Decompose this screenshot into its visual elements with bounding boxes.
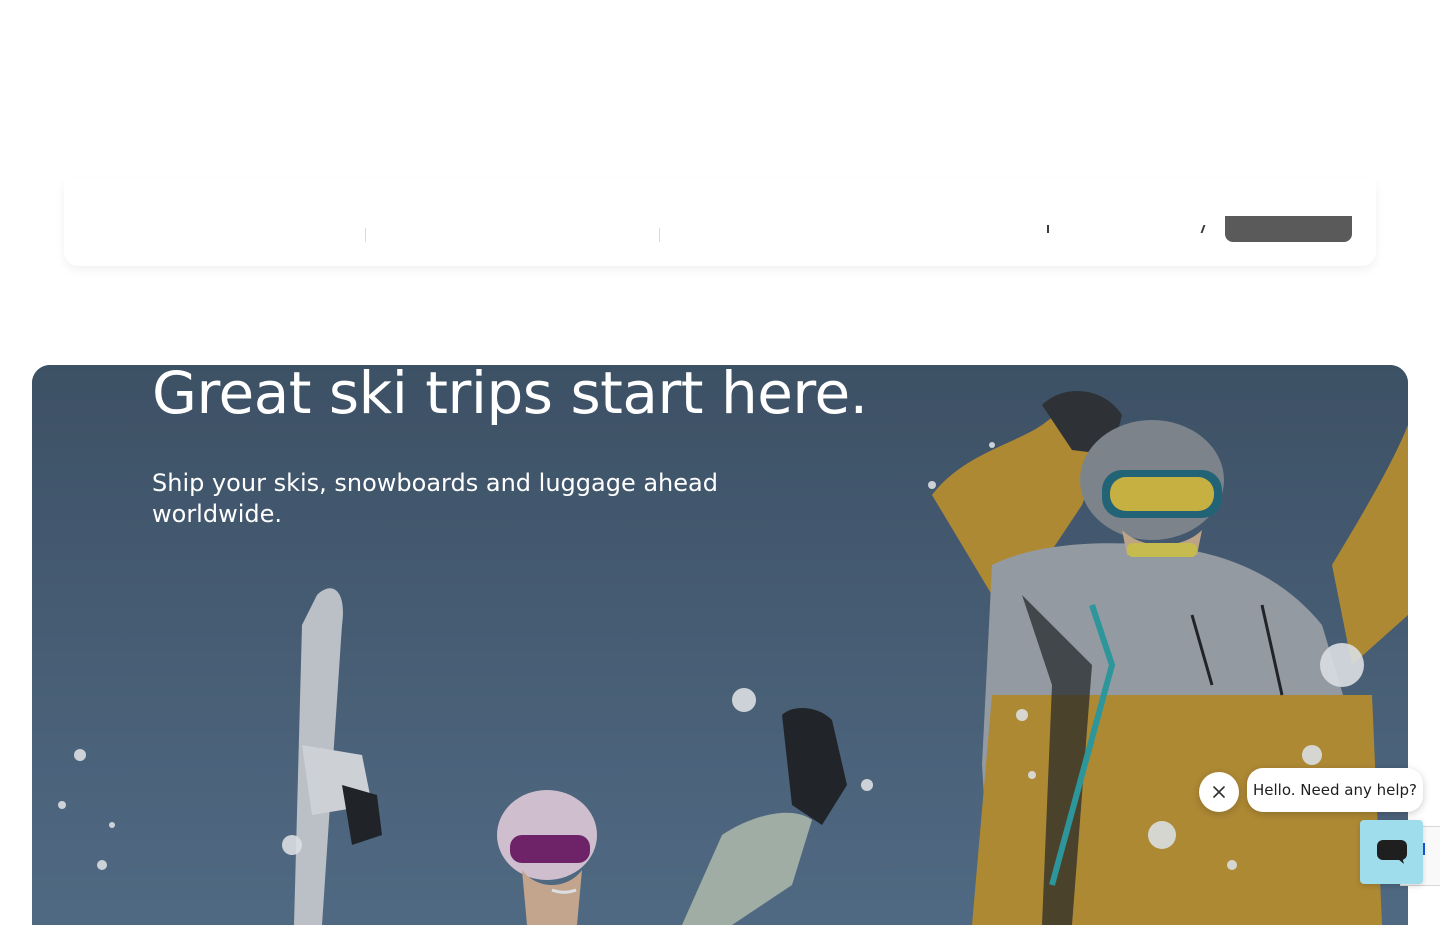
field-text-fragment bbox=[1200, 225, 1206, 233]
get-quote-button[interactable] bbox=[1225, 216, 1352, 242]
field-divider bbox=[659, 228, 660, 242]
hero-background-photo bbox=[32, 365, 1408, 925]
chat-greeting-bubble[interactable]: Hello. Need any help? bbox=[1247, 768, 1423, 812]
chat-launcher-button[interactable] bbox=[1360, 820, 1423, 884]
booking-search-card bbox=[64, 180, 1376, 266]
hero-title: Great ski trips start here. bbox=[152, 365, 868, 427]
chat-greeting-close-button[interactable] bbox=[1199, 772, 1239, 812]
field-divider bbox=[365, 228, 366, 242]
chat-icon bbox=[1376, 840, 1407, 864]
close-icon bbox=[1213, 786, 1225, 798]
hero-banner: Great ski trips start here. Ship your sk… bbox=[32, 365, 1408, 925]
hero-subtitle: Ship your skis, snowboards and luggage a… bbox=[152, 469, 718, 528]
field-text-fragment bbox=[1047, 225, 1049, 233]
